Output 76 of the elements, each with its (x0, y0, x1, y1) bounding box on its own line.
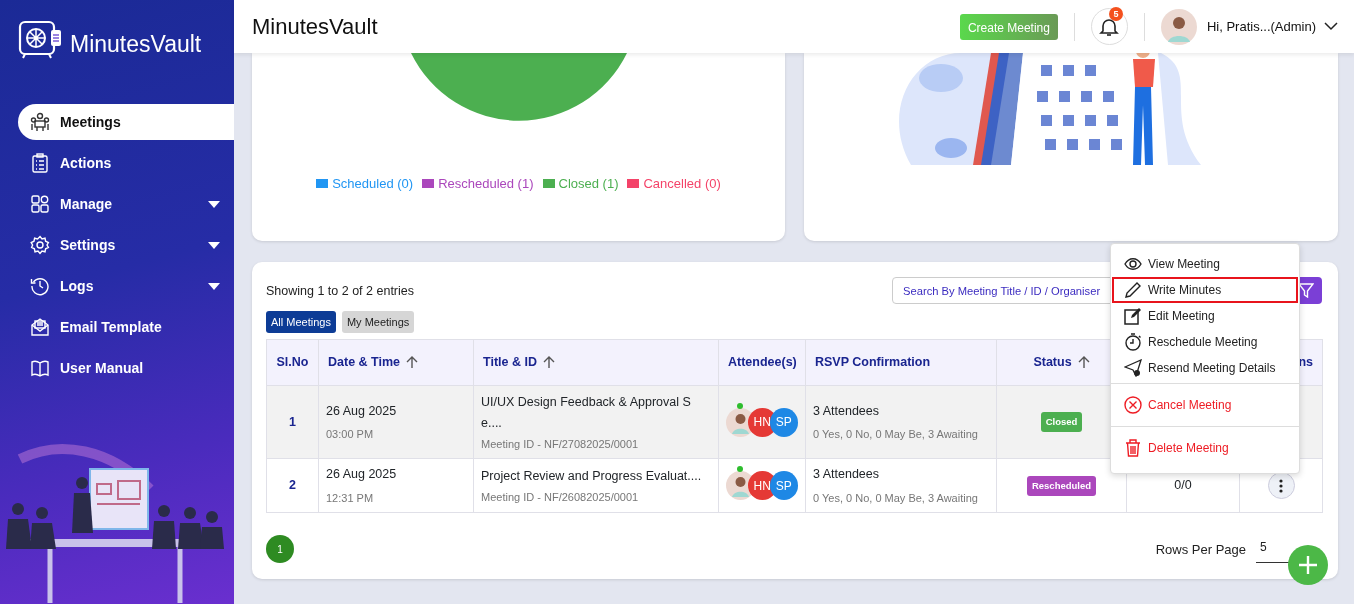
meeting-id: Meeting ID - NF/27082025/0001 (481, 437, 640, 453)
sidebar-item[interactable]: Actions (18, 145, 234, 181)
user-name[interactable]: Hi, Pratis...(Admin) (1206, 16, 1316, 37)
meeting-time: 03:00 PM (326, 427, 375, 443)
legend-label: Cancelled (0) (643, 175, 721, 193)
meeting-title[interactable]: UI/UX Design Feedback & Approval Se.... (481, 391, 711, 435)
logo-text: MinutesVault (70, 30, 202, 59)
send-icon (1124, 359, 1142, 377)
status-badge: Rescheduled (1026, 475, 1097, 496)
eye-icon (1124, 255, 1142, 273)
rsvp-count: 3 Attendees (813, 402, 881, 420)
meeting-id: Meeting ID - NF/26082025/0001 (481, 490, 640, 506)
attendee-avatar: SP (769, 407, 798, 437)
caret-icon (208, 200, 220, 208)
meeting-date: 26 Aug 2025 (326, 402, 398, 420)
legend-label: Rescheduled (1) (438, 175, 534, 193)
legend-label: Scheduled (0) (332, 175, 414, 193)
avatar-icon (1160, 8, 1197, 45)
meeting-people-icon (30, 112, 50, 132)
cancel-icon (1124, 396, 1142, 414)
sidebar-item[interactable]: User Manual (18, 350, 234, 386)
menu-item[interactable]: Cancel Meeting (1112, 386, 1298, 424)
caret-icon (208, 241, 220, 249)
book-icon (30, 358, 50, 378)
history-icon (30, 276, 50, 296)
page-button[interactable]: 1 (266, 535, 294, 564)
sidebar-item[interactable]: Logs (18, 268, 234, 304)
table-cell: 0/0 (1174, 478, 1192, 493)
menu-item[interactable]: Delete Meeting (1112, 429, 1298, 467)
attendee-avatar: SP (769, 471, 798, 501)
pencil-icon (1124, 281, 1142, 299)
settings-icon (30, 235, 50, 255)
column-header[interactable]: Attendee(s) (718, 339, 806, 386)
table-cell: 1 (266, 385, 319, 459)
notification-badge: 5 (1108, 7, 1123, 21)
clipboard-icon (30, 153, 50, 173)
meeting-time: 12:31 PM (326, 490, 375, 506)
sidebar-item[interactable]: Meetings (18, 104, 234, 140)
trash-icon (1124, 439, 1142, 457)
rsvp-detail: 0 Yes, 0 No, 0 May Be, 3 Awaiting (813, 427, 979, 443)
meeting-date: 26 Aug 2025 (326, 466, 398, 484)
rows-per-page-label: Rows Per Page (1155, 540, 1246, 559)
kebab-icon (1279, 478, 1283, 493)
chevron-down-icon (1324, 22, 1338, 31)
menu-item[interactable]: View Meeting (1112, 251, 1298, 277)
column-header[interactable]: Title & ID (473, 339, 719, 386)
sort-arrow-icon (542, 356, 555, 370)
meeting-title[interactable]: Project Review and Progress Evaluat.... (481, 465, 711, 488)
more-button[interactable] (1267, 472, 1295, 500)
sidebar-item[interactable]: Settings (18, 227, 234, 263)
grid-icon (30, 194, 50, 214)
plus-icon (1298, 555, 1318, 575)
sidebar-item[interactable]: Email Template (18, 309, 234, 345)
menu-item[interactable]: Edit Meeting (1112, 303, 1298, 329)
menu-item[interactable]: Write Minutes (1112, 277, 1298, 303)
rsvp-detail: 0 Yes, 0 No, 0 May Be, 3 Awaiting (813, 490, 979, 506)
legend-label: Closed (1) (558, 175, 619, 193)
status-badge: Closed (1040, 412, 1083, 433)
edit-icon (1124, 307, 1142, 325)
filter-tab[interactable]: My Meetings (341, 310, 415, 334)
page-title: MinutesVault (252, 13, 378, 41)
sidebar-item[interactable]: Manage (18, 186, 234, 222)
filter-tab[interactable]: All Meetings (266, 310, 336, 334)
column-header[interactable]: RSVP Confirmation (805, 339, 997, 386)
table-cell: 2 (266, 458, 319, 513)
stopwatch-icon (1124, 333, 1142, 351)
sort-arrow-icon (1077, 356, 1090, 370)
envelope-icon (30, 317, 50, 337)
column-header[interactable]: Sl.No (266, 339, 319, 386)
sort-arrow-icon (406, 356, 418, 370)
logo-icon (18, 18, 64, 60)
rsvp-count: 3 Attendees (813, 466, 881, 484)
bell-icon (1099, 16, 1120, 37)
column-header[interactable]: Date & Time (318, 339, 474, 386)
caret-icon (208, 282, 220, 290)
entries-summary: Showing 1 to 2 of 2 entries (266, 283, 414, 300)
